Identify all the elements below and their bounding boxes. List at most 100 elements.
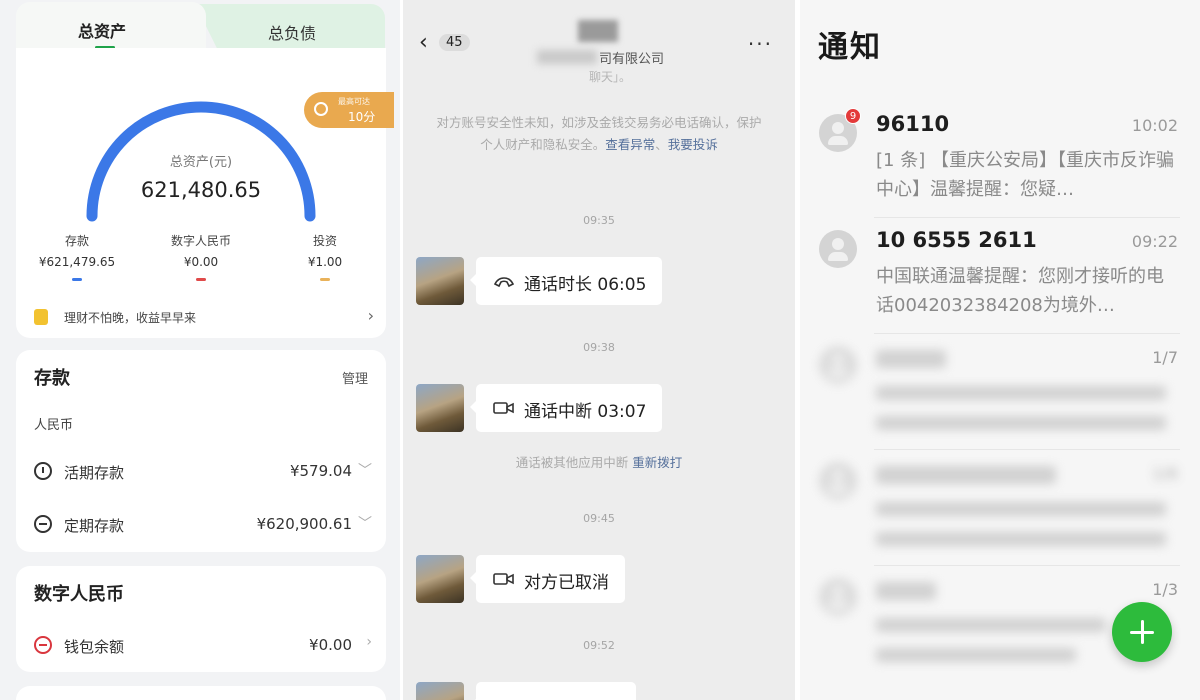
contact-avatar[interactable]: [416, 682, 464, 700]
notification-time: 10:02: [1131, 116, 1178, 135]
blurred-preview-line: [876, 532, 1166, 546]
notification-sender: 10 6555 2611: [876, 228, 1037, 252]
next-card-edge: [16, 686, 386, 700]
chat-title: 司有限公司: [599, 52, 665, 67]
back-arrow-icon[interactable]: ‹: [419, 30, 428, 55]
tab-total-liabilities[interactable]: 总负债: [268, 20, 316, 44]
stat-label: 存款: [64, 234, 89, 248]
notification-item-blurred[interactable]: 1/7: [816, 336, 1180, 450]
tab-total-assets[interactable]: 总资产: [78, 18, 126, 42]
chevron-right-icon: ›: [366, 634, 372, 650]
notification-item-blurred[interactable]: 1/6: [816, 452, 1180, 566]
manage-link[interactable]: 管理: [342, 368, 368, 387]
call-record-text: 通话中断 03:07: [524, 402, 647, 422]
deposit-card: 存款 管理 人民币 活期存款 ¥579.04 ﹀ 定期存款 ¥620,900.6…: [16, 350, 386, 552]
clock-icon: [34, 462, 52, 480]
call-record-bubble[interactable]: [470, 682, 636, 700]
add-icon[interactable]: [1112, 602, 1172, 662]
call-interrupted-notice: 通话被其他应用中断 重新拨打: [403, 452, 795, 471]
notification-item[interactable]: 9 96110 10:02 [1 条] 【重庆公安局】【重庆市反诈骗中心】温馨提…: [816, 104, 1180, 218]
row-value: ¥579.04: [289, 462, 352, 480]
message-timestamp: 09:45: [583, 512, 615, 525]
wallet-balance-row[interactable]: 钱包余额 ¥0.00 ›: [34, 634, 374, 658]
stat-deposit[interactable]: 存款 ¥621,479.65: [22, 232, 132, 281]
notification-sender: 96110: [876, 112, 950, 136]
blurred-preview-line: [876, 618, 1106, 632]
stat-label: 投资: [312, 234, 337, 248]
blurred-sender: [876, 582, 936, 600]
notification-time: 09:22: [1131, 232, 1178, 251]
message-timestamp: 09:52: [583, 639, 615, 652]
row-label: 活期存款: [64, 464, 125, 482]
stat-color-marker: [320, 278, 330, 281]
redial-link[interactable]: 重新拨打: [632, 455, 682, 470]
currency-label: 人民币: [34, 418, 74, 433]
bank-assets-panel: 总资产 总负债 总资产(元) 621,480.65 存款 ¥621,479.65…: [0, 0, 400, 700]
stat-color-marker: [72, 278, 82, 281]
ecny-wallet-icon: [34, 636, 52, 654]
stat-label: 数字人民币: [170, 234, 231, 248]
contact-avatar-icon: [819, 578, 857, 616]
chevron-down-icon: ﹀: [358, 463, 372, 479]
divider: [874, 565, 1180, 566]
chevron-right-icon: ›: [367, 306, 374, 325]
call-record-text: 通话时长 06:05: [524, 275, 647, 295]
call-record-text: 对方已取消: [524, 573, 609, 593]
fixed-deposit-icon: [34, 515, 52, 533]
blurred-preview-line: [876, 416, 1166, 430]
call-record-bubble[interactable]: 通话时长 06:05: [469, 257, 663, 305]
blurred-content: [816, 336, 1180, 450]
call-record-bubble[interactable]: 对方已取消: [470, 555, 625, 603]
contact-avatar-icon: [819, 230, 857, 268]
contact-avatar-icon: [819, 346, 857, 384]
notification-preview: [1 条] 【重庆公安局】【重庆市反诈骗中心】温馨提醒：您疑…: [876, 150, 1174, 200]
fixed-deposit-row[interactable]: 定期存款 ¥620,900.61 ﹀: [34, 513, 374, 537]
blurred-content: [816, 452, 1180, 566]
stat-color-marker: [196, 278, 206, 281]
demand-deposit-row[interactable]: 活期存款 ¥579.04 ﹀: [34, 460, 374, 484]
stat-value: ¥621,479.65: [38, 255, 116, 269]
contact-avatar[interactable]: [416, 384, 464, 432]
deposit-title: 存款: [34, 368, 70, 389]
chevron-down-icon: ﹀: [358, 516, 372, 532]
view-exception-link[interactable]: 查看异常: [605, 137, 655, 152]
notifications-panel: 通知 9 96110 10:02 [1 条] 【重庆公安局】【重庆市反诈骗中心】…: [800, 0, 1200, 700]
divider: [874, 333, 1180, 334]
blurred-preview-line: [876, 648, 1076, 662]
notification-item[interactable]: 10 6555 2611 09:22 中国联通温馨提醒：您刚才接听的电话0042…: [816, 220, 1180, 334]
contact-avatar[interactable]: [416, 555, 464, 603]
badge-value: 10分: [348, 110, 376, 124]
points-badge[interactable]: 最高可达 10分: [304, 92, 394, 128]
unread-badge: 9: [845, 108, 861, 124]
row-label: 钱包余额: [64, 638, 125, 656]
blurred-contact-name: [578, 20, 618, 42]
total-assets-value: 621,480.65: [140, 178, 262, 202]
stat-value: ¥1.00: [307, 255, 343, 269]
report-complaint-link[interactable]: 我要投诉: [668, 137, 718, 152]
video-call-icon: [493, 402, 514, 414]
message-timestamp: 09:35: [583, 214, 615, 227]
wealth-promo-banner[interactable]: 理财不怕晚，收益早早来 ›: [34, 306, 374, 328]
badge-caption: 最高可达: [338, 97, 370, 106]
divider: [874, 217, 1180, 218]
phone-call-icon: [493, 277, 515, 288]
call-record-bubble[interactable]: 通话中断 03:07: [469, 384, 663, 432]
chat-panel: ‹ 45 司有限公司 ··· 聊天」。 对方账号安全性未知，如涉及金钱交易务必电…: [403, 0, 795, 700]
blurred-preview-line: [876, 386, 1166, 400]
row-value: ¥620,900.61: [256, 515, 352, 533]
more-options-icon[interactable]: ···: [748, 32, 773, 56]
promo-text: 理财不怕晚，收益早早来: [64, 311, 197, 325]
unread-count-badge[interactable]: 45: [439, 34, 470, 51]
contact-avatar[interactable]: [416, 257, 464, 305]
previous-message-fragment: 聊天」。: [589, 70, 632, 84]
interrupt-text: 通话被其他应用中断: [515, 455, 629, 470]
blurred-sender: [876, 466, 1056, 484]
message-timestamp: 09:38: [583, 341, 615, 354]
blurred-sender: [876, 350, 946, 368]
blurred-preview-line: [876, 502, 1166, 516]
stat-digital-rmb[interactable]: 数字人民币 ¥0.00: [146, 232, 256, 281]
stat-investment[interactable]: 投资 ¥1.00: [270, 232, 380, 281]
digital-rmb-card: 数字人民币 钱包余额 ¥0.00 ›: [16, 566, 386, 672]
coin-icon: [34, 309, 48, 325]
stat-value: ¥0.00: [183, 255, 219, 269]
